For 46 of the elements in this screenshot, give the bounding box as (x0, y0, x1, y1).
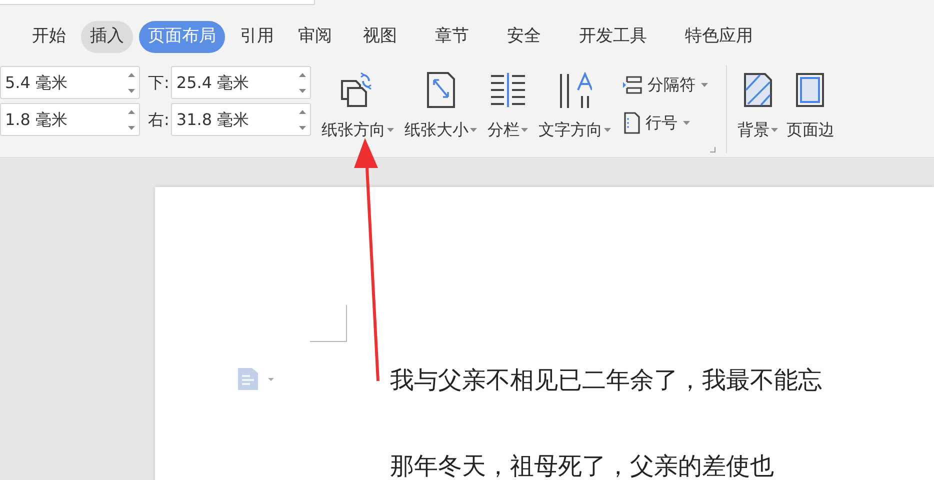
caret-icon (387, 128, 394, 132)
ribbon-button[interactable]: 页面边 (786, 70, 834, 142)
margin-corner-mark (310, 305, 347, 342)
ribbon-button[interactable]: 纸张方向 (319, 70, 396, 142)
ribbon-tab[interactable]: 审阅 (289, 21, 341, 53)
document-paragraph: 那年冬天，祖母死了，父亲的差使也 (390, 451, 775, 480)
margin-label: 右: (148, 108, 170, 130)
page-hatched-icon (742, 72, 773, 108)
caret-icon (470, 128, 478, 132)
caret-icon (521, 128, 528, 132)
page-border-icon (795, 72, 826, 108)
ribbon-tab[interactable]: 特色应用 (676, 21, 762, 53)
document-paragraph: 我与父亲不相见已二年余了，我最不能忘 (390, 365, 822, 396)
ribbon-tab[interactable]: 视图 (354, 21, 406, 53)
caret-icon (683, 121, 690, 125)
margin-spin-field[interactable]: 31.8 毫米 (171, 103, 312, 136)
margin-label: 下: (148, 72, 170, 94)
ribbon-button[interactable]: 背景 (737, 70, 778, 142)
line-numbers-icon (623, 112, 642, 134)
caret-icon (701, 83, 708, 87)
paragraph-icon[interactable] (238, 368, 274, 390)
section-break-icon (623, 75, 644, 95)
spinner-arrows-icon (128, 72, 135, 94)
ribbon-button[interactable]: 分栏 (485, 70, 530, 142)
ribbon-tab[interactable]: 安全 (498, 21, 550, 53)
margin-spin-field[interactable]: 5.4 毫米 (0, 66, 140, 99)
ribbon-tab[interactable]: 章节 (426, 21, 478, 53)
ribbon-tab[interactable]: 插入 (81, 21, 133, 53)
text-direction-icon (558, 72, 592, 108)
columns-icon (488, 73, 527, 107)
ribbon-button[interactable]: 纸张大小 (402, 70, 480, 142)
caret-icon (771, 128, 778, 132)
page-resize-icon (426, 71, 456, 109)
ribbon-tab[interactable]: 开始 (23, 21, 75, 53)
spinner-arrows-icon (128, 108, 135, 130)
caret-icon (604, 128, 612, 132)
ribbon-button[interactable]: 文字方向 (536, 70, 614, 142)
ribbon-button[interactable]: 分隔符 (623, 70, 708, 100)
spinner-arrows-icon (299, 108, 306, 130)
margin-spin-field[interactable]: 25.4 毫米 (171, 66, 312, 99)
dialog-launcher-icon[interactable] (710, 147, 716, 153)
ribbon-button[interactable]: 行号 (623, 108, 708, 138)
margin-spin-field[interactable]: 1.8 毫米 (0, 103, 140, 136)
ribbon-tab[interactable]: 开发工具 (570, 21, 656, 53)
spinner-arrows-icon (299, 72, 306, 94)
ribbon-tab[interactable]: 引用 (231, 21, 283, 53)
